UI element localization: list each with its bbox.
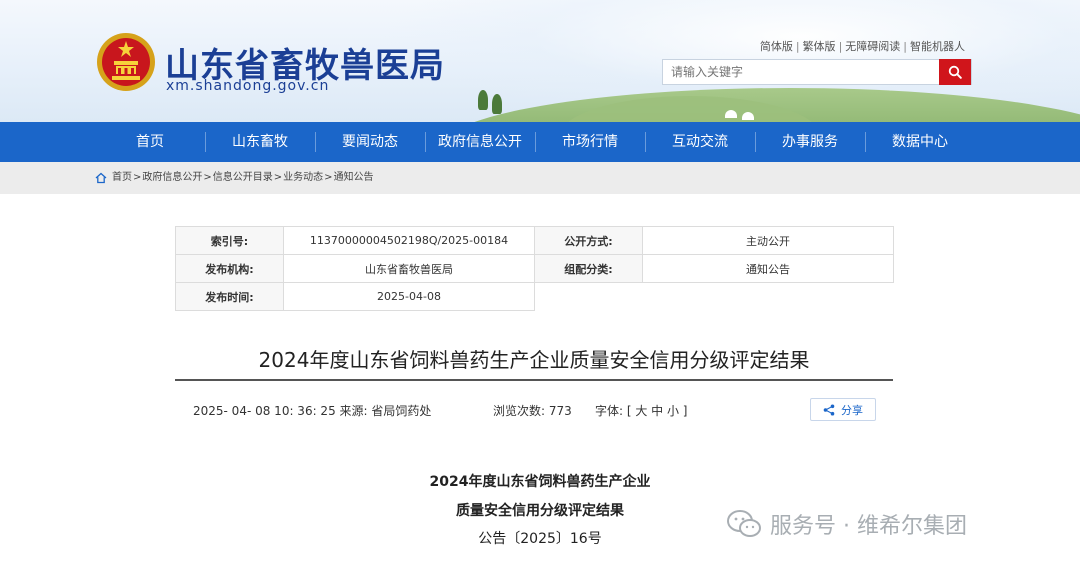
nav-item-gov-info[interactable]: 政府信息公开 bbox=[425, 122, 535, 162]
title-divider bbox=[175, 379, 893, 381]
document-meta-table: 索引号: 11370000004502198Q/2025-00184 公开方式:… bbox=[175, 226, 894, 311]
publish-datetime-source: 2025- 04- 08 10: 36: 25 来源: 省局饲药处 bbox=[193, 404, 432, 418]
view-count: 浏览次数: 773 bbox=[493, 404, 572, 418]
breadcrumb-bar: 首页 > 政府信息公开 > 信息公开目录 > 业务动态 > 通知公告 bbox=[0, 162, 1080, 194]
watermark-text: 服务号 · 维希尔集团 bbox=[770, 514, 967, 539]
breadcrumb-catalog[interactable]: 信息公开目录 bbox=[213, 162, 273, 194]
issuer-value: 山东省畜牧兽医局 bbox=[283, 254, 535, 283]
nav-item-services[interactable]: 办事服务 bbox=[755, 122, 865, 162]
font-size-switch[interactable]: 字体: [ 大 中 小 ] bbox=[595, 402, 687, 419]
site-header: 山东省畜牧兽医局 xm.shandong.gov.cn 简体版 | 繁体版 | 无障碍阅… bbox=[0, 0, 1080, 122]
search-icon bbox=[948, 65, 962, 79]
tree-decoration bbox=[492, 94, 502, 114]
share-label: 分享 bbox=[841, 403, 863, 417]
nav-list: 首页 山东畜牧 要闻动态 政府信息公开 市场行情 互动交流 办事服务 数据中心 bbox=[95, 122, 975, 162]
search-button[interactable] bbox=[939, 59, 971, 85]
search-box bbox=[662, 59, 972, 85]
disclosure-value: 主动公开 bbox=[642, 226, 894, 255]
share-button[interactable]: 分享 bbox=[810, 398, 876, 421]
yurt-decoration bbox=[725, 110, 737, 118]
nav-item-shandong-livestock[interactable]: 山东畜牧 bbox=[205, 122, 315, 162]
link-robot[interactable]: 智能机器人 bbox=[910, 40, 965, 53]
category-value: 通知公告 bbox=[642, 254, 894, 283]
article-title: 2024年度山东省饲料兽药生产企业质量安全信用分级评定结果 bbox=[258, 348, 810, 372]
link-traditional[interactable]: 繁体版 bbox=[803, 40, 836, 53]
separator: | bbox=[903, 40, 907, 53]
breadcrumb-notice[interactable]: 通知公告 bbox=[334, 162, 374, 194]
nav-item-interaction[interactable]: 互动交流 bbox=[645, 122, 755, 162]
share-icon bbox=[823, 404, 835, 415]
yurt-decoration bbox=[742, 112, 754, 120]
breadcrumb-separator: > bbox=[324, 172, 333, 183]
date-label: 发布时间: bbox=[175, 282, 284, 311]
breadcrumb: 首页 > 政府信息公开 > 信息公开目录 > 业务动态 > 通知公告 bbox=[95, 162, 374, 194]
index-value: 11370000004502198Q/2025-00184 bbox=[283, 226, 535, 255]
body-heading-line1: 2024年度山东省饲料兽药生产企业 bbox=[429, 474, 651, 490]
breadcrumb-gov-info[interactable]: 政府信息公开 bbox=[142, 162, 202, 194]
nav-item-data-center[interactable]: 数据中心 bbox=[865, 122, 975, 162]
disclosure-label: 公开方式: bbox=[534, 226, 643, 255]
watermark: 服务号 · 维希尔集团 bbox=[726, 508, 967, 540]
site-domain: xm.shandong.gov.cn bbox=[166, 78, 330, 94]
empty-cell bbox=[535, 283, 894, 311]
index-label: 索引号: bbox=[175, 226, 284, 255]
national-emblem-icon bbox=[97, 33, 155, 91]
separator: | bbox=[795, 40, 800, 53]
table-row: 索引号: 11370000004502198Q/2025-00184 公开方式:… bbox=[175, 226, 894, 255]
main-nav: 首页 山东畜牧 要闻动态 政府信息公开 市场行情 互动交流 办事服务 数据中心 bbox=[0, 122, 1080, 162]
category-label: 组配分类: bbox=[534, 254, 643, 283]
breadcrumb-business[interactable]: 业务动态 bbox=[283, 162, 323, 194]
home-icon bbox=[95, 172, 107, 184]
wechat-icon bbox=[727, 510, 761, 537]
issuer-label: 发布机构: bbox=[175, 254, 284, 283]
table-row: 发布机构: 山东省畜牧兽医局 组配分类: 通知公告 bbox=[175, 254, 894, 283]
link-simplified[interactable]: 简体版 bbox=[760, 40, 793, 53]
link-accessible[interactable]: 无障碍阅读 bbox=[845, 40, 900, 53]
search-input[interactable] bbox=[663, 60, 941, 84]
tree-decoration bbox=[478, 90, 488, 110]
nav-item-home[interactable]: 首页 bbox=[95, 122, 205, 162]
nav-item-news[interactable]: 要闻动态 bbox=[315, 122, 425, 162]
breadcrumb-separator: > bbox=[133, 172, 142, 183]
separator: | bbox=[838, 40, 843, 53]
top-links: 简体版 | 繁体版 | 无障碍阅读 | 智能机器人 bbox=[760, 38, 965, 54]
nav-item-market[interactable]: 市场行情 bbox=[535, 122, 645, 162]
breadcrumb-home[interactable]: 首页 bbox=[112, 162, 132, 194]
date-value: 2025-04-08 bbox=[283, 282, 535, 311]
breadcrumb-separator: > bbox=[203, 172, 212, 183]
table-row: 发布时间: 2025-04-08 bbox=[175, 282, 894, 311]
breadcrumb-separator: > bbox=[273, 172, 283, 183]
